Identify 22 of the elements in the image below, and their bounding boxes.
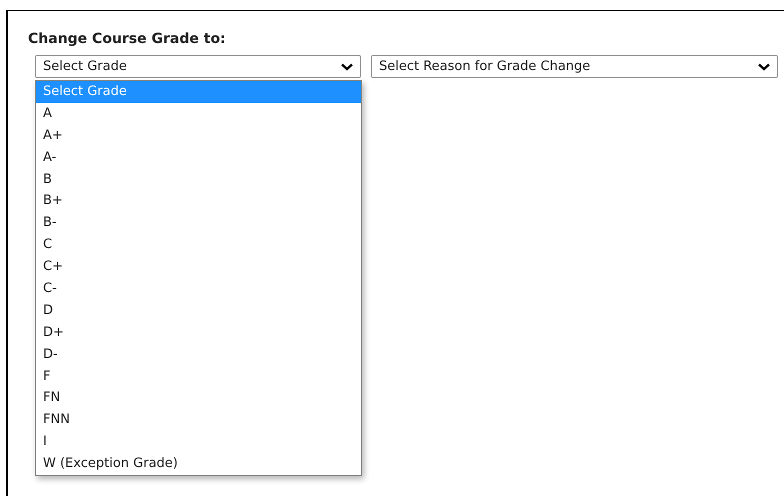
grade-option[interactable]: C (36, 234, 361, 256)
grade-option[interactable]: B- (36, 212, 361, 234)
grade-option[interactable]: FNN (36, 409, 361, 432)
grade-option[interactable]: C- (36, 278, 361, 300)
grade-option[interactable]: D+ (36, 322, 361, 344)
grade-select[interactable]: Select Grade (35, 55, 361, 78)
grade-option[interactable]: W (Exception Grade) (36, 453, 361, 476)
grade-option[interactable]: FN (36, 387, 361, 410)
grade-option[interactable]: I (36, 431, 361, 454)
grade-option[interactable]: D- (36, 344, 361, 366)
grade-option[interactable]: C+ (36, 256, 361, 278)
reason-select[interactable]: Select Reason for Grade Change (371, 55, 778, 78)
grade-option[interactable]: F (36, 366, 361, 388)
grade-option[interactable]: B (36, 168, 361, 190)
caret-icon (341, 62, 353, 70)
grade-option[interactable]: A+ (36, 124, 361, 147)
section-heading: Change Course Grade to: (28, 30, 227, 49)
grade-option[interactable]: B+ (36, 190, 361, 212)
grade-option[interactable]: A (36, 102, 361, 125)
caret-icon (758, 62, 770, 70)
grade-option[interactable]: A- (36, 146, 361, 169)
grade-option[interactable]: D (36, 300, 361, 322)
